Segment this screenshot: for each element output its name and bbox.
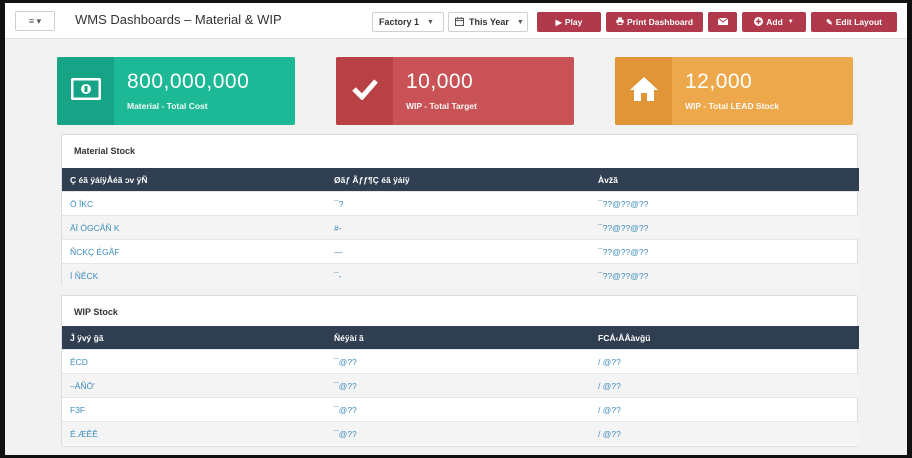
table-row[interactable]: F3F ¯@?? / @?? bbox=[62, 397, 859, 421]
table-row[interactable]: ÄÏ ÓGCÅÑ K #- ¯??@??@?? bbox=[62, 215, 859, 239]
column-header: Àvžã bbox=[598, 174, 618, 185]
table-row[interactable]: –ÀÑÖ' ¯@?? / @?? bbox=[62, 373, 859, 397]
table-header: Ç éã ÿáíÿÅéã ͻv ÿÑ Øãƒ Ãƒƒ¶Ç éã ÿáíÿ Àvž… bbox=[62, 168, 859, 191]
panel-title: WIP Stock bbox=[74, 307, 118, 317]
play-button[interactable]: ▶ Play bbox=[537, 12, 601, 32]
chevron-down-icon: ▼ bbox=[427, 18, 434, 26]
table-cell[interactable]: ¯@?? bbox=[334, 374, 357, 397]
table-cell[interactable]: É.ÆÊÊ bbox=[70, 422, 98, 445]
column-header: FCÁ‹ÅÂàvğü bbox=[598, 332, 651, 343]
panel-title: Material Stock bbox=[74, 146, 136, 156]
kpi-card-wip-lead-stock[interactable]: 12,000 WIP - Total LEAD Stock bbox=[615, 57, 853, 125]
table-cell[interactable]: ¯- bbox=[334, 264, 342, 287]
email-button[interactable] bbox=[708, 12, 737, 32]
table-cell[interactable]: ÑCKÇ ÉGÂF bbox=[70, 240, 120, 263]
table-cell[interactable]: ¯@?? bbox=[334, 398, 357, 421]
table-cell[interactable]: ¯??@??@?? bbox=[598, 216, 648, 239]
table-cell[interactable]: #- bbox=[334, 216, 342, 239]
table-row[interactable]: ÑCKÇ ÉGÂF — ¯??@??@?? bbox=[62, 239, 859, 263]
column-header: Øãƒ Ãƒƒ¶Ç éã ÿáíÿ bbox=[334, 174, 410, 185]
material-stock-panel: Material Stock Ç éã ÿáíÿÅéã ͻv ÿÑ Øãƒ Ãƒ… bbox=[61, 134, 859, 287]
kpi-card-material-cost[interactable]: 800,000,000 Material - Total Cost bbox=[57, 57, 295, 125]
table-cell[interactable]: ¯@?? bbox=[334, 422, 357, 445]
kpi-card-wip-target[interactable]: 10,000 WIP - Total Target bbox=[336, 57, 574, 125]
kpi-value: 12,000 bbox=[685, 70, 753, 93]
table-cell[interactable]: –ÀÑÖ' bbox=[70, 374, 95, 397]
kpi-label: Material - Total Cost bbox=[127, 101, 208, 111]
factory-select[interactable]: Factory 1 ▼ bbox=[372, 12, 444, 32]
play-icon: ▶ bbox=[555, 17, 562, 27]
dashboard-window: ≡ ▾ WMS Dashboards – Material & WIP Fact… bbox=[5, 3, 907, 455]
table-cell[interactable]: / @?? bbox=[598, 398, 621, 421]
table-cell[interactable]: ¯@?? bbox=[334, 350, 357, 373]
kpi-icon-box bbox=[336, 57, 393, 125]
table-cell[interactable]: / @?? bbox=[598, 422, 621, 445]
factory-select-value: Factory 1 bbox=[379, 17, 420, 27]
print-dashboard-button[interactable]: Print Dashboard bbox=[606, 12, 703, 32]
table-cell[interactable]: ¯??@??@?? bbox=[598, 192, 648, 215]
pencil-icon: ✎ bbox=[826, 17, 833, 27]
kpi-icon-box bbox=[57, 57, 114, 125]
table-row[interactable]: Ö ÎKC ¯? ¯??@??@?? bbox=[62, 191, 859, 215]
table-cell[interactable]: ¯??@??@?? bbox=[598, 240, 648, 263]
print-icon bbox=[616, 17, 624, 27]
table-row[interactable]: ÉCD ¯@?? / @?? bbox=[62, 349, 859, 373]
table-row[interactable]: Í ÑÊCK ¯- ¯??@??@?? bbox=[62, 263, 859, 287]
table-cell[interactable]: ÄÏ ÓGCÅÑ K bbox=[70, 216, 120, 239]
banknote-icon bbox=[70, 77, 101, 105]
kpi-icon-box bbox=[615, 57, 672, 125]
calendar-icon bbox=[455, 16, 464, 28]
page-title: WMS Dashboards – Material & WIP bbox=[75, 12, 282, 27]
table-cell[interactable]: Í ÑÊCK bbox=[70, 264, 98, 287]
table-cell[interactable]: ¯??@??@?? bbox=[598, 264, 648, 287]
table-cell[interactable]: / @?? bbox=[598, 374, 621, 397]
table-cell[interactable]: ÉCD bbox=[70, 350, 88, 373]
chevron-down-icon: ▼ bbox=[787, 19, 794, 25]
table-cell[interactable]: Ö ÎKC bbox=[70, 192, 93, 215]
kpi-label: WIP - Total Target bbox=[406, 101, 477, 111]
column-header: Ñéÿàí ã bbox=[334, 332, 364, 343]
kpi-label: WIP - Total LEAD Stock bbox=[685, 101, 780, 111]
kpi-value: 800,000,000 bbox=[127, 70, 250, 93]
add-button[interactable]: Add ▼ bbox=[742, 12, 806, 32]
table-cell[interactable]: — bbox=[334, 240, 343, 263]
column-header: Ĵ ÿvý ğã bbox=[70, 332, 104, 343]
table-cell[interactable]: ¯? bbox=[334, 192, 343, 215]
envelope-icon bbox=[717, 17, 728, 27]
plus-circle-icon bbox=[754, 16, 764, 28]
table-cell[interactable]: F3F bbox=[70, 398, 85, 421]
edit-layout-button[interactable]: ✎ Edit Layout bbox=[811, 12, 897, 32]
period-select[interactable]: This Year ▼ bbox=[448, 12, 528, 32]
top-toolbar: ≡ ▾ WMS Dashboards – Material & WIP Fact… bbox=[5, 3, 907, 39]
home-icon bbox=[629, 76, 659, 107]
table-header: Ĵ ÿvý ğã Ñéÿàí ã FCÁ‹ÅÂàvğü bbox=[62, 326, 859, 349]
kpi-value: 10,000 bbox=[406, 70, 474, 93]
table-cell[interactable]: / @?? bbox=[598, 350, 621, 373]
wip-stock-panel: WIP Stock Ĵ ÿvý ğã Ñéÿàí ã FCÁ‹ÅÂàvğü ÉC… bbox=[61, 295, 859, 447]
period-select-value: This Year bbox=[469, 17, 509, 27]
menu-toggle-button[interactable]: ≡ ▾ bbox=[15, 11, 55, 31]
chevron-down-icon: ▼ bbox=[516, 18, 524, 26]
table-row[interactable]: É.ÆÊÊ ¯@?? / @?? bbox=[62, 421, 859, 445]
column-header: Ç éã ÿáíÿÅéã ͻv ÿÑ bbox=[70, 174, 148, 185]
checkmark-icon bbox=[351, 78, 379, 105]
